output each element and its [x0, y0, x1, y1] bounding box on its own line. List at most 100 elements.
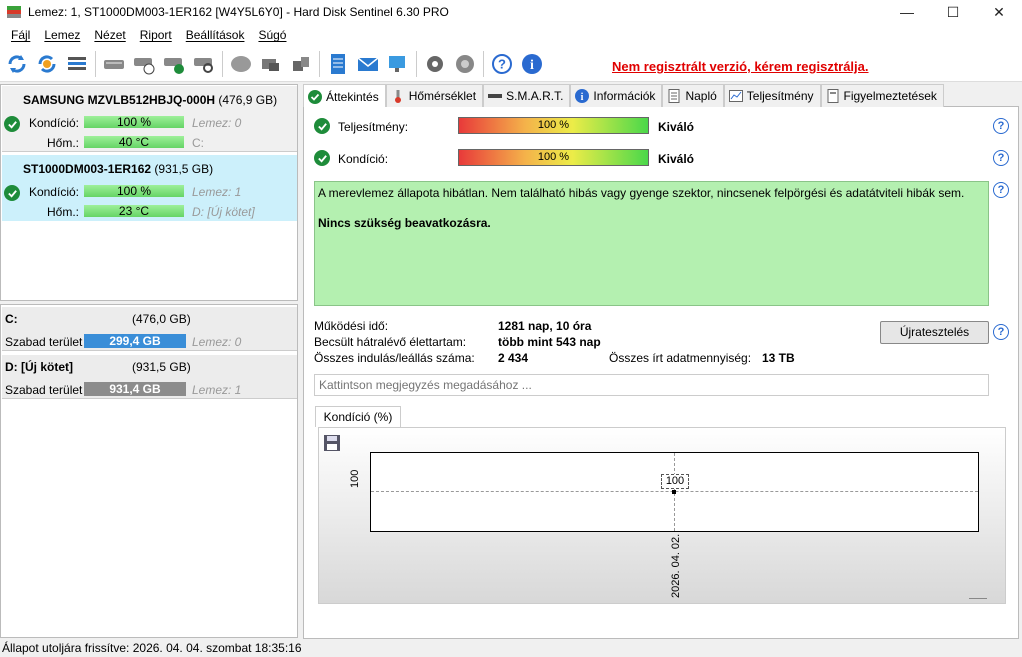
help-icon[interactable]: ?: [993, 182, 1009, 198]
status-text: A merevlemez állapota hibátlan. Nem talá…: [318, 186, 965, 200]
volume-name: D: [Új kötet]: [5, 360, 73, 374]
svg-text:i: i: [581, 92, 584, 103]
temp-bar: 23 °C: [84, 205, 184, 217]
volume-item-d[interactable]: D: [Új kötet] (931,5 GB) Szabad terület …: [2, 355, 297, 399]
chart-plot-area: 100: [370, 452, 979, 532]
performance-bar: 100 %: [458, 117, 649, 134]
data-label: 100: [661, 474, 689, 489]
tab-smart[interactable]: S.M.A.R.T.: [483, 84, 571, 107]
condition-bar: 100 %: [458, 149, 649, 166]
check-icon: [314, 118, 330, 134]
disk-name: SAMSUNG MZVLB512HBJQ-000H (476,9 GB): [23, 93, 278, 107]
volume-ref: C:: [192, 136, 204, 150]
tab-temperature[interactable]: Hőmérséklet: [385, 84, 484, 107]
disk-search-icon[interactable]: [189, 49, 219, 79]
free-space-bar: 299,4 GB: [84, 334, 186, 348]
check-icon: [4, 185, 20, 201]
data-written-label: Összes írt adatmennyiség:: [609, 351, 752, 365]
help-icon[interactable]: ?: [993, 324, 1009, 340]
x-tick-label: 2026. 04. 02.: [670, 533, 682, 598]
close-button[interactable]: ✕: [976, 0, 1022, 24]
performance-rating: Kiváló: [658, 120, 695, 134]
disk-icon[interactable]: [99, 49, 129, 79]
toolbar: ? i Nem regisztrált verzió, kérem regisz…: [0, 46, 1022, 82]
network-disk-icon[interactable]: [286, 49, 316, 79]
help-icon[interactable]: ?: [487, 49, 517, 79]
menu-file[interactable]: Fájl: [4, 28, 37, 42]
disk-ref: Lemez: 1: [192, 185, 242, 199]
tab-bar: Áttekintés Hőmérséklet S.M.A.R.T. i Info…: [303, 84, 1019, 108]
temp-label: Hőm.:: [46, 205, 79, 219]
report-icon[interactable]: [323, 49, 353, 79]
condition-chart: 100 100 2026. 04. 02.: [318, 427, 1006, 604]
online-report-icon[interactable]: [383, 49, 413, 79]
volume-list-panel: C: (476,0 GB) Szabad terület 299,4 GB Le…: [0, 304, 298, 638]
refresh-all-icon[interactable]: [32, 49, 62, 79]
smart-icon: [488, 89, 503, 103]
disk-item-0[interactable]: SAMSUNG MZVLB512HBJQ-000H (476,9 GB) Kon…: [2, 86, 297, 152]
check-icon: [4, 116, 20, 132]
disk-ok-icon[interactable]: [159, 49, 189, 79]
info-icon[interactable]: i: [517, 49, 547, 79]
maximize-button[interactable]: ☐: [930, 0, 976, 24]
temp-label: Hőm.:: [46, 136, 79, 150]
condition-bar: 100 %: [84, 116, 184, 128]
free-space-label: Szabad terület: [5, 335, 83, 349]
volume-item-c[interactable]: C: (476,0 GB) Szabad terület 299,4 GB Le…: [2, 307, 297, 351]
tab-overview[interactable]: Áttekintés: [303, 84, 386, 108]
sound-icon[interactable]: [450, 49, 480, 79]
menu-report[interactable]: Riport: [133, 28, 179, 42]
registration-link[interactable]: Nem regisztrált verzió, kérem regisztrál…: [612, 59, 869, 74]
uptime-label: Működési idő:: [314, 319, 389, 333]
chart-tab-condition[interactable]: Kondíció (%): [315, 406, 401, 427]
thermometer-icon: [391, 89, 405, 103]
gear-icon[interactable]: [420, 49, 450, 79]
condition-label: Kondíció:: [28, 116, 79, 130]
menu-help[interactable]: Súgó: [251, 28, 293, 42]
log-icon: [667, 89, 681, 103]
alerts-icon: [826, 89, 840, 103]
volume-ref: D: [Új kötet]: [192, 205, 255, 219]
menu-disk[interactable]: Lemez: [37, 28, 87, 42]
menu-settings[interactable]: Beállítások: [179, 28, 252, 42]
disk-surface-icon[interactable]: [226, 49, 256, 79]
free-space-label: Szabad terület: [5, 383, 83, 397]
status-bar: Állapot utoljára frissítve: 2026. 04. 04…: [0, 640, 1022, 657]
minimize-button[interactable]: —: [884, 0, 930, 24]
menu-view[interactable]: Nézet: [87, 28, 132, 42]
tab-performance[interactable]: Teljesítmény: [723, 84, 821, 107]
disk-ref: Lemez: 0: [192, 335, 242, 349]
help-icon[interactable]: ?: [993, 150, 1009, 166]
window-title: Lemez: 1, ST1000DM003-1ER162 [W4Y5L6Y0] …: [28, 5, 449, 19]
backup-icon[interactable]: [256, 49, 286, 79]
chart-resize-handle[interactable]: [969, 598, 987, 599]
start-stop-value: 2 434: [498, 351, 529, 365]
status-action: Nincs szükség beavatkozásra.: [318, 216, 491, 230]
info-icon: i: [575, 89, 590, 103]
condition-rating: Kiváló: [658, 152, 695, 166]
tab-alerts[interactable]: Figyelmeztetések: [820, 84, 944, 107]
chart-icon: [728, 89, 743, 103]
performance-label: Teljesítmény:: [338, 120, 409, 134]
remaining-life-value: több mint 543 nap: [498, 335, 601, 349]
email-report-icon[interactable]: [353, 49, 383, 79]
retest-button[interactable]: Újratesztelés: [880, 321, 989, 344]
disk-schedule-icon[interactable]: [129, 49, 159, 79]
uptime-value: 1281 nap, 10 óra: [498, 319, 592, 333]
y-tick-label: 100: [349, 469, 361, 488]
disk-list-panel: SAMSUNG MZVLB512HBJQ-000H (476,9 GB) Kon…: [0, 84, 298, 301]
svg-text:i: i: [530, 58, 534, 73]
save-icon[interactable]: [323, 434, 341, 452]
remaining-life-label: Becsült hátralévő élettartam:: [314, 335, 467, 349]
comment-input[interactable]: [314, 374, 989, 396]
start-stop-label: Összes indulás/leállás száma:: [314, 351, 475, 365]
tab-log[interactable]: Napló: [662, 84, 724, 107]
disk-item-1[interactable]: ST1000DM003-1ER162 (931,5 GB) Kondíció: …: [2, 155, 297, 221]
disk-list-icon[interactable]: [62, 49, 92, 79]
app-logo-icon: [7, 6, 21, 18]
help-icon[interactable]: ?: [993, 118, 1009, 134]
tab-information[interactable]: i Információk: [570, 84, 663, 107]
volume-size: (476,0 GB): [132, 312, 191, 326]
refresh-icon[interactable]: [2, 49, 32, 79]
status-description-box: A merevlemez állapota hibátlan. Nem talá…: [314, 181, 989, 306]
